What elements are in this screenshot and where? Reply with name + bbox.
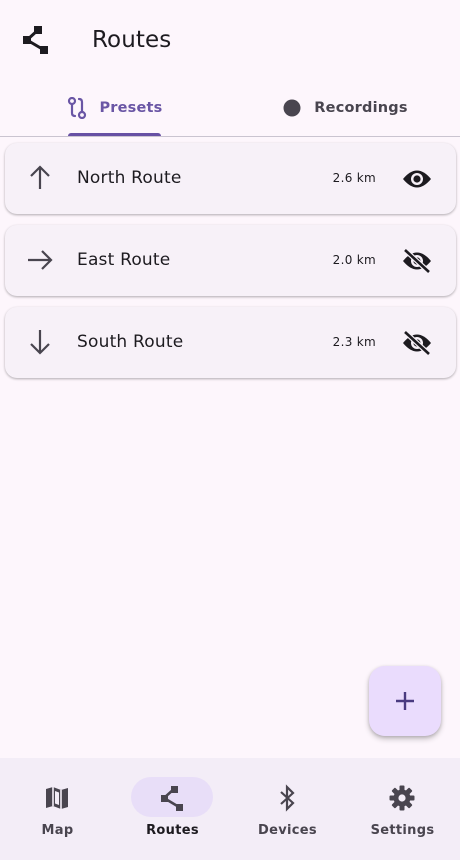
- visibility-toggle-button[interactable]: [401, 327, 433, 359]
- route-item-south[interactable]: South Route 2.3 km: [5, 307, 456, 378]
- route-name: East Route: [77, 250, 171, 270]
- app-bar: Routes: [0, 0, 460, 80]
- tab-presets[interactable]: Presets: [0, 80, 230, 136]
- tab-bar: Presets Recordings: [0, 80, 460, 137]
- visibility-toggle-button[interactable]: [401, 163, 433, 195]
- arrow-down-icon: [30, 330, 50, 355]
- nav-label: Devices: [258, 823, 317, 838]
- tab-presets-label: Presets: [99, 100, 163, 116]
- nav-label: Routes: [146, 823, 199, 838]
- eye-off-icon: [403, 248, 431, 274]
- add-route-button[interactable]: [369, 666, 441, 736]
- tab-divider: [0, 136, 460, 137]
- page-title: Routes: [92, 27, 172, 53]
- bottom-navigation: Map Routes Devices Settings: [0, 758, 460, 860]
- app-root: Routes Presets Recordings North Route 2.…: [0, 0, 460, 860]
- route-name: North Route: [77, 168, 182, 188]
- route-icon: [68, 97, 87, 119]
- route-distance: 2.0 km: [332, 253, 376, 267]
- route-item-north[interactable]: North Route 2.6 km: [5, 143, 456, 214]
- plus-icon: [396, 692, 414, 710]
- gear-icon: [389, 785, 415, 811]
- nav-item-routes[interactable]: Routes: [115, 758, 230, 860]
- map-icon: [46, 787, 68, 809]
- route-name: South Route: [77, 332, 184, 352]
- route-distance: 2.6 km: [332, 171, 376, 185]
- nav-label: Map: [41, 823, 74, 838]
- arrow-right-icon: [28, 250, 53, 270]
- bluetooth-icon: [280, 784, 295, 812]
- route-share-icon[interactable]: [20, 24, 50, 56]
- eye-icon: [403, 170, 431, 188]
- route-share-icon: [161, 786, 183, 811]
- nav-item-settings[interactable]: Settings: [345, 758, 460, 860]
- nav-label: Settings: [370, 823, 435, 838]
- tab-recordings-label: Recordings: [314, 100, 408, 116]
- nav-item-map[interactable]: Map: [0, 758, 115, 860]
- visibility-toggle-button[interactable]: [401, 245, 433, 277]
- nav-item-devices[interactable]: Devices: [230, 758, 345, 860]
- eye-off-icon: [403, 330, 431, 356]
- tab-recordings[interactable]: Recordings: [230, 80, 460, 136]
- route-item-east[interactable]: East Route 2.0 km: [5, 225, 456, 296]
- arrow-up-icon: [30, 165, 50, 189]
- record-dot-icon: [283, 99, 301, 117]
- route-distance: 2.3 km: [332, 335, 376, 349]
